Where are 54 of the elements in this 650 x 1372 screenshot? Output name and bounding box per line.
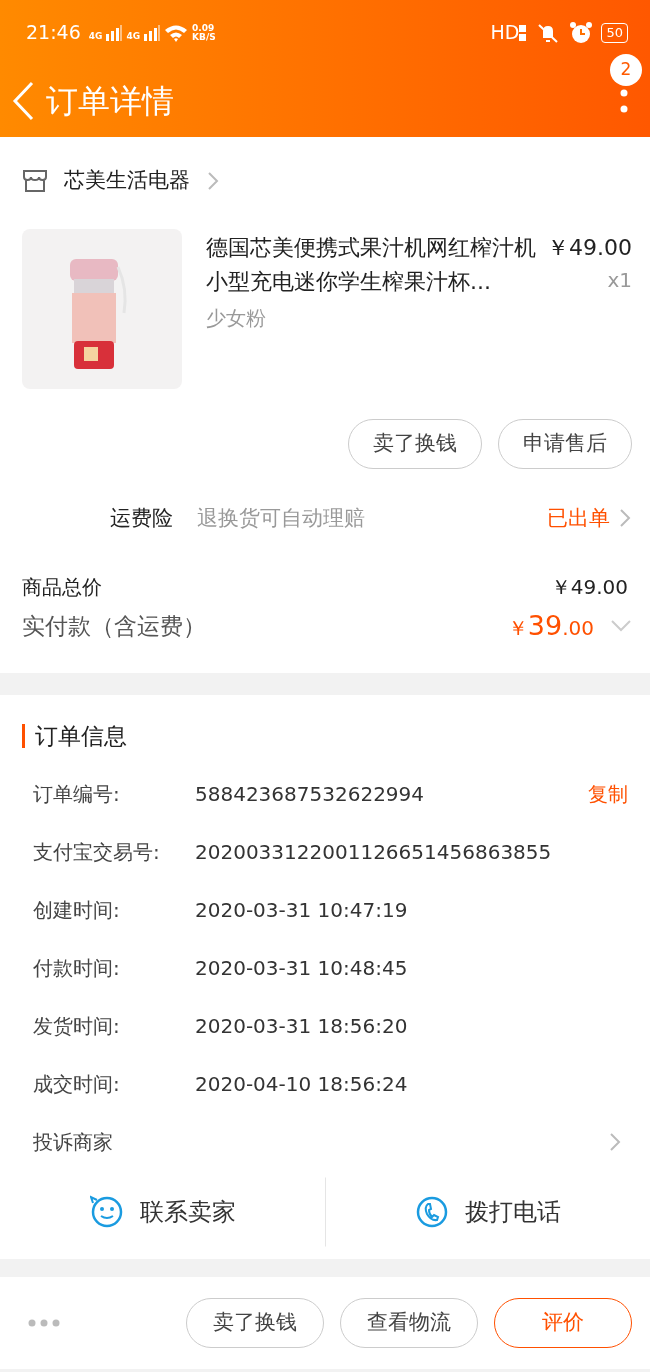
paid-amount: ￥39.00 (507, 609, 594, 643)
wifi-icon (164, 23, 189, 42)
network-label: 4G (126, 31, 141, 41)
more-icon[interactable] (28, 1319, 60, 1327)
product-price: ￥49.00 (547, 234, 632, 262)
speed-unit: KB/S (192, 32, 216, 42)
alarm-icon (569, 20, 594, 45)
insurance-label: 运费险 (110, 504, 173, 532)
page-title: 订单详情 (46, 81, 174, 122)
notification-badge: 2 (610, 54, 642, 86)
info-label: 付款时间: (33, 955, 121, 982)
section-marker (22, 723, 25, 748)
sim-icon (519, 23, 528, 42)
status-time: 21:46 (26, 20, 81, 46)
contact-button[interactable]: 联系卖家 (0, 1177, 325, 1247)
chevron-icon (618, 508, 632, 529)
info-label: 支付宝交易号: (33, 839, 161, 866)
network-label: 4G (88, 31, 103, 41)
info-label: 订单编号: (33, 781, 121, 808)
complaint-link[interactable]: 投诉商家 (33, 1127, 113, 1157)
goods-total-value: ￥49.00 (550, 574, 628, 601)
phone-icon (414, 1195, 449, 1229)
chevron-icon (608, 1132, 622, 1152)
hd-label: HD (490, 20, 520, 46)
store-icon (22, 169, 48, 193)
speed-value: 0.09 (192, 23, 216, 33)
goods-total-label: 商品总价 (22, 574, 102, 601)
product-variant: 少女粉 (206, 305, 267, 332)
action-button[interactable]: 卖了换钱 (186, 1298, 324, 1348)
expand-icon[interactable] (610, 619, 632, 634)
info-label: 创建时间: (33, 897, 121, 924)
info-label: 成交时间: (33, 1071, 121, 1098)
battery-icon: 50 (601, 22, 628, 43)
action-button[interactable]: 申请售后 (498, 419, 632, 469)
action-button[interactable]: 查看物流 (340, 1298, 478, 1348)
info-value: 2020-03-31 10:47:19 (195, 897, 408, 924)
insurance-description: 退换货可自动理赔 (197, 504, 365, 532)
info-value: 588423687532622994 (195, 781, 425, 808)
info-value: 2020033122001126651456863855 (195, 839, 552, 866)
info-value: 2020-04-10 18:56:24 (195, 1071, 408, 1098)
info-value: 2020-03-31 18:56:20 (195, 1013, 408, 1040)
paid-label: 实付款（含运费） (22, 612, 206, 641)
signal-icon (106, 24, 123, 41)
section-title: 订单信息 (35, 721, 127, 751)
product-title: 德国芯美便携式果汁机网红榨汁机小型充电迷你学生榨果汁杯... (206, 234, 536, 296)
info-value: 2020-03-31 10:48:45 (195, 955, 408, 982)
contact-button[interactable]: 拨打电话 (325, 1177, 650, 1247)
info-label: 发货时间: (33, 1013, 121, 1040)
shop-name[interactable]: 芯美生活电器 (64, 165, 190, 197)
chat-icon (89, 1195, 124, 1229)
chevron-icon (206, 171, 220, 191)
product-quantity: x1 (607, 267, 632, 294)
action-button[interactable]: 卖了换钱 (348, 419, 482, 469)
signal-icon (144, 24, 161, 41)
